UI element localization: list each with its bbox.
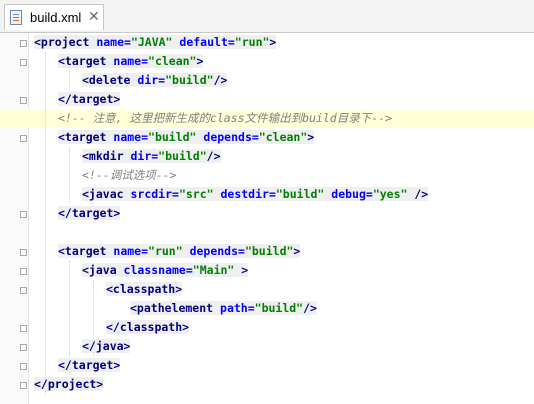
editor-tab-bar: build.xml ✕ (0, 0, 534, 33)
xml-tag: </target> (58, 206, 121, 220)
tab-label: build.xml (30, 10, 82, 25)
indent-guide (69, 71, 71, 90)
xml-tag: <delete dir="build"/> (82, 73, 228, 87)
code-line: </classpath> (106, 318, 190, 337)
code-line: <pathelement path="build"/> (130, 299, 317, 318)
tab-build-xml[interactable]: build.xml ✕ (4, 4, 104, 30)
xml-tag: <mkdir dir="build"/> (82, 149, 221, 163)
xml-tag: <classpath> (106, 282, 183, 296)
xml-tag: </java> (82, 339, 131, 353)
fold-marker[interactable] (20, 249, 27, 256)
xml-tag: <project name="JAVA" default="run"> (34, 35, 277, 49)
code-line: <java classname="Main" > (82, 261, 249, 280)
xml-tag: <javac srcdir="src" destdir="build" debu… (82, 187, 429, 201)
fold-marker[interactable] (20, 344, 27, 351)
fold-marker[interactable] (20, 382, 27, 389)
code-line: <javac srcdir="src" destdir="build" debu… (82, 185, 429, 204)
code-comment: <!--调试选项--> (82, 168, 177, 182)
close-tab-icon[interactable]: ✕ (88, 8, 100, 25)
xml-file-icon (10, 10, 22, 25)
gutter-divider (28, 33, 29, 404)
fold-marker[interactable] (20, 211, 27, 218)
code-line: </target> (58, 90, 121, 109)
xml-tag: </target> (58, 358, 121, 372)
fold-marker[interactable] (20, 325, 27, 332)
code-line: </target> (58, 204, 121, 223)
xml-tag: <java classname="Main" > (82, 263, 249, 277)
xml-tag: </project> (34, 377, 104, 391)
code-line: <delete dir="build"/> (82, 71, 228, 90)
code-comment: <!-- 注意, 这里把新生成的class文件输出到build目录下--> (58, 111, 392, 125)
fold-marker[interactable] (20, 135, 27, 142)
code-line: <classpath> (106, 280, 183, 299)
code-line: </project> (34, 375, 104, 394)
xml-tag: <pathelement path="build"/> (130, 301, 317, 315)
xml-tag: <target name="clean"> (58, 54, 204, 68)
xml-tag: </target> (58, 92, 121, 106)
code-line: <target name="build" depends="clean"> (58, 128, 315, 147)
code-editor[interactable]: <project name="JAVA" default="run"> <tar… (0, 33, 534, 404)
code-line: </java> (82, 337, 131, 356)
code-line: <target name="clean"> (58, 52, 204, 71)
code-line: </target> (58, 356, 121, 375)
fold-marker[interactable] (20, 268, 27, 275)
xml-tag: <target name="run" depends="build"> (58, 244, 301, 258)
fold-marker[interactable] (20, 97, 27, 104)
fold-marker[interactable] (20, 287, 27, 294)
fold-marker[interactable] (20, 363, 27, 370)
code-line: <project name="JAVA" default="run"> (34, 33, 277, 52)
xml-tag: </classpath> (106, 320, 190, 334)
indent-guide (45, 52, 47, 394)
code-line: <mkdir dir="build"/> (82, 147, 221, 166)
fold-marker[interactable] (20, 40, 27, 47)
indent-guide (69, 147, 71, 204)
xml-tag: <target name="build" depends="clean"> (58, 130, 315, 144)
code-line: <target name="run" depends="build"> (58, 242, 301, 261)
fold-marker[interactable] (20, 59, 27, 66)
